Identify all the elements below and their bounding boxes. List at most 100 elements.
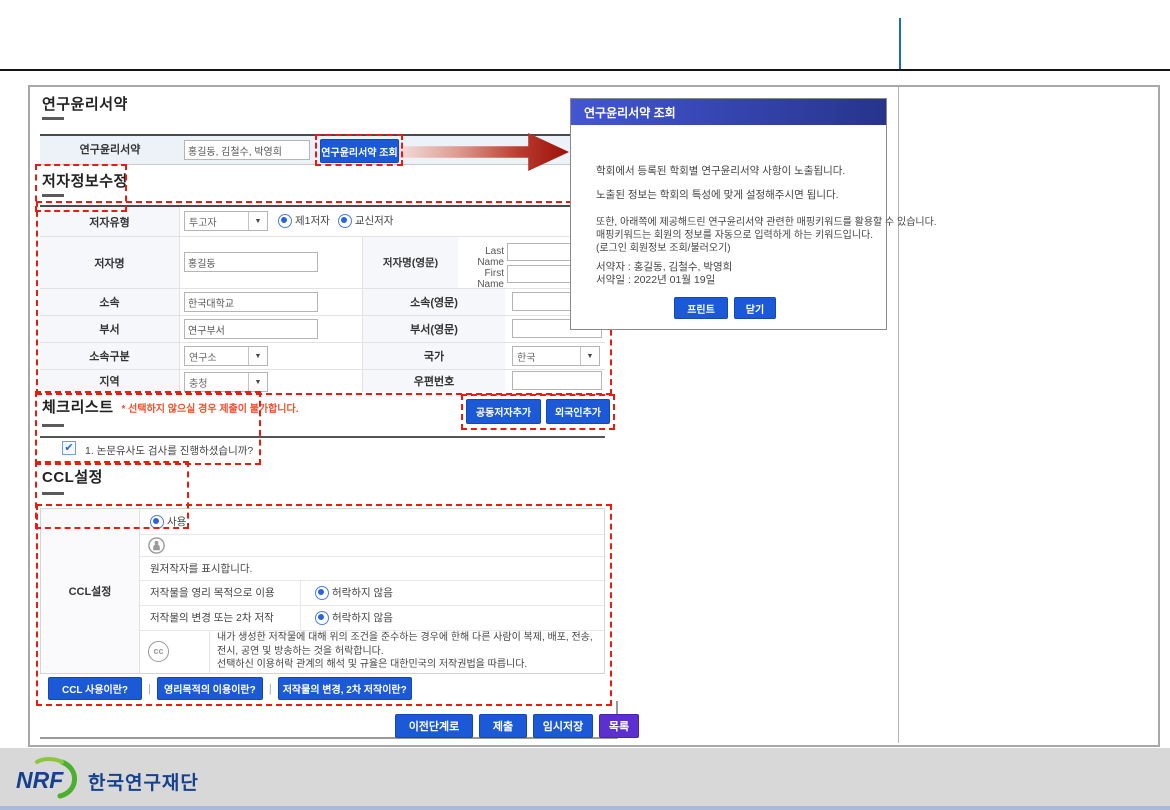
ccl-use-label: 사용 bbox=[167, 514, 186, 529]
radio-first-author[interactable] bbox=[278, 214, 292, 228]
author-type-radios: 제1저자교신저자 bbox=[278, 212, 401, 230]
ccl-title-underline bbox=[42, 492, 64, 495]
ccl-commercial-row: 저작물을 영리 목적으로 이용 허락하지 않음 bbox=[140, 580, 604, 606]
ccl-commercial-value: 허락하지 않음 bbox=[332, 585, 393, 600]
ccl-derivative-row: 저작물의 변경 또는 2차 저작 허락하지 않음 bbox=[140, 605, 604, 631]
top-horizontal-rule bbox=[0, 69, 1170, 71]
pledge-lookup-button[interactable]: 연구윤리서약 조회 bbox=[320, 139, 399, 163]
checklist-divider bbox=[40, 436, 605, 438]
dept-en-label: 부서(영문) bbox=[363, 316, 505, 342]
affil-type-value: 연구소 bbox=[185, 349, 248, 364]
ccl-commercial-radio[interactable] bbox=[315, 586, 329, 600]
help-separator: | bbox=[148, 683, 151, 695]
affiliation-input[interactable] bbox=[184, 292, 318, 312]
chevron-down-icon[interactable]: ▼ bbox=[248, 347, 267, 365]
author-type-value: 투고자 bbox=[185, 214, 248, 229]
ccl-derivative-label: 저작물의 변경 또는 2차 저작 bbox=[150, 610, 300, 625]
region-label: 지역 bbox=[40, 370, 180, 392]
last-name-label: Last Name bbox=[458, 246, 504, 268]
popup-title: 연구윤리서약 조회 bbox=[584, 104, 676, 121]
checklist-title-text: 체크리스트 bbox=[42, 399, 114, 416]
footer-accent-strip bbox=[0, 806, 1170, 810]
chevron-down-icon[interactable]: ▼ bbox=[580, 347, 599, 365]
similarity-check-label: 1. 논문유사도 검사를 진행하셨습니까? bbox=[85, 443, 253, 458]
first-name-label: First Name bbox=[458, 268, 504, 290]
ccl-by-caption-row: 원저작자를 표시합니다. bbox=[140, 556, 604, 581]
footer-org-name: 한국연구재단 bbox=[88, 768, 199, 795]
zip-label: 우편번호 bbox=[363, 370, 505, 392]
chevron-down-icon[interactable]: ▼ bbox=[248, 212, 267, 230]
affiliation-label: 소속 bbox=[40, 289, 180, 315]
popup-line5: (로그인 회원정보 조회/불러오기) bbox=[596, 239, 731, 254]
zip-input[interactable] bbox=[512, 371, 602, 390]
popup-line1: 학회에서 등록된 학회별 연구윤리서약 사항이 노출됩니다. bbox=[596, 163, 845, 178]
ccl-commercial-label: 저작물을 영리 목적으로 이용 bbox=[150, 585, 300, 600]
list-button[interactable]: 목록 bbox=[599, 714, 639, 738]
country-dropdown[interactable]: 한국 ▼ bbox=[512, 346, 600, 366]
prev-step-button[interactable]: 이전단계로 bbox=[395, 714, 473, 738]
help-commercial-button[interactable]: 영리목적의 이용이란? bbox=[157, 677, 263, 700]
ccl-cc-text2: 선택하신 이용허락 관계의 해석 및 규율은 대한민국의 저작권법을 따릅니다. bbox=[217, 659, 527, 670]
submit-button[interactable]: 제출 bbox=[479, 714, 527, 738]
popup-line2: 노출된 정보는 학회의 특성에 맞게 설정해주시면 됩니다. bbox=[596, 187, 839, 202]
top-vertical-divider bbox=[899, 18, 901, 70]
author-section-title: 저자정보수정 bbox=[42, 170, 128, 191]
ccl-cc-text1: 내가 생성한 저작물에 대해 위의 조건을 준수하는 경우에 한해 다른 사람이… bbox=[217, 632, 593, 657]
chevron-down-icon[interactable]: ▼ bbox=[248, 373, 267, 391]
help-separator: | bbox=[269, 683, 272, 695]
ccl-derivative-value: 허락하지 않음 bbox=[332, 610, 393, 625]
popup-titlebar: 연구윤리서약 조회 bbox=[571, 99, 886, 125]
cc-by-person-icon bbox=[148, 537, 165, 554]
popup-date: 서약일 : 2022년 01월 19일 bbox=[596, 272, 715, 287]
author-name-en-label: 저자명(영문) bbox=[363, 237, 458, 288]
region-dropdown[interactable]: 충청 ▼ bbox=[184, 372, 268, 392]
popup-print-button[interactable]: 프린트 bbox=[674, 297, 728, 319]
page: 연구윤리서약 연구윤리서약 연구윤리서약 조회 저자정보수정 저자유형 투고자 … bbox=[0, 0, 1170, 810]
content-bottom-rule bbox=[40, 737, 618, 739]
dept-input[interactable] bbox=[184, 319, 318, 339]
ccl-by-row bbox=[140, 534, 604, 557]
nrf-logo: NRF bbox=[14, 756, 84, 807]
dept-label: 부서 bbox=[40, 316, 180, 342]
author-name-label: 저자명 bbox=[40, 237, 180, 288]
radio-first-author-label: 제1저자 bbox=[295, 215, 330, 227]
author-title-underline bbox=[42, 194, 64, 197]
similarity-checkbox[interactable]: ✔ bbox=[62, 441, 76, 455]
cc-icon: cc bbox=[148, 641, 169, 662]
checklist-required-note: * 선택하지 않으실 경우 제출이 불가합니다. bbox=[122, 404, 299, 415]
ccl-cc-row: cc 내가 생성한 저작물에 대해 위의 조건을 준수하는 경우에 한해 다른 … bbox=[140, 630, 604, 673]
pledge-label: 연구윤리서약 bbox=[40, 141, 180, 157]
country-value: 한국 bbox=[513, 349, 580, 364]
ccl-derivative-cell-divider bbox=[300, 605, 301, 630]
ccl-section-title: CCL설정 bbox=[42, 466, 103, 487]
ccl-use-row: 사용 bbox=[140, 509, 604, 535]
pledge-names-input[interactable] bbox=[184, 140, 310, 160]
ccl-cc-cell-divider bbox=[209, 630, 210, 673]
page-title: 연구윤리서약 bbox=[42, 93, 128, 114]
help-derivative-button[interactable]: 저작물의 변경, 2차 저작이란? bbox=[278, 677, 412, 700]
author-type-dropdown[interactable]: 투고자 ▼ bbox=[184, 211, 268, 231]
help-ccl-button[interactable]: CCL 사용이란? bbox=[48, 677, 142, 700]
add-coauthor-button[interactable]: 공동저자추가 bbox=[466, 399, 541, 424]
author-type-label: 저자유형 bbox=[40, 207, 180, 236]
ccl-use-radio[interactable] bbox=[150, 515, 164, 529]
affiliation-en-label: 소속(영문) bbox=[363, 289, 505, 315]
ccl-derivative-radio[interactable] bbox=[315, 611, 329, 625]
content-column-divider bbox=[898, 87, 899, 743]
temp-save-button[interactable]: 임시저장 bbox=[533, 714, 593, 738]
author-name-input[interactable] bbox=[184, 252, 318, 272]
affil-type-dropdown[interactable]: 연구소 ▼ bbox=[184, 346, 268, 366]
page-title-underline bbox=[42, 117, 64, 120]
ccl-by-caption: 원저작자를 표시합니다. bbox=[150, 561, 252, 576]
nrf-logo-text: NRF bbox=[16, 767, 64, 793]
ccl-header-cell: CCL설정 bbox=[41, 509, 140, 673]
radio-corresponding-author[interactable] bbox=[338, 214, 352, 228]
popup-close-button[interactable]: 닫기 bbox=[734, 297, 776, 319]
checklist-title-underline bbox=[42, 424, 64, 427]
affil-type-label: 소속구분 bbox=[40, 343, 180, 369]
country-label: 국가 bbox=[363, 343, 505, 369]
region-value: 충청 bbox=[185, 375, 248, 390]
checklist-section-title: 체크리스트 * 선택하지 않으실 경우 제출이 불가합니다. bbox=[42, 396, 298, 417]
ccl-commercial-cell-divider bbox=[300, 580, 301, 605]
add-foreigner-button[interactable]: 외국인추가 bbox=[546, 399, 610, 424]
